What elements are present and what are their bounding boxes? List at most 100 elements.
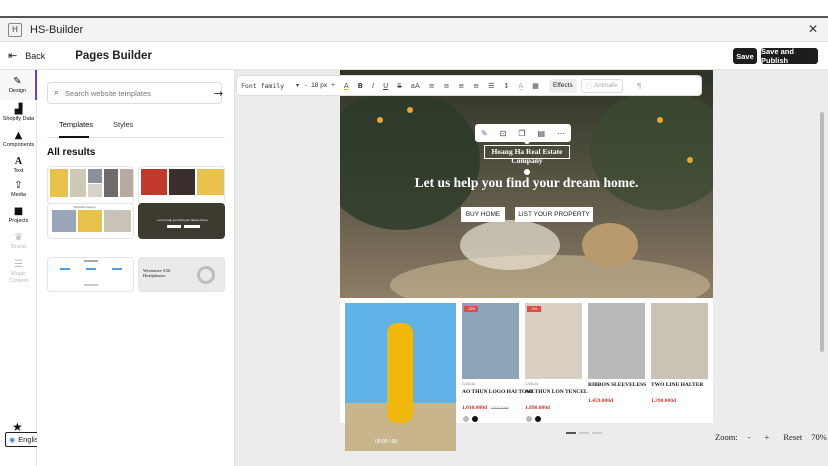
align-left-icon[interactable]: ≡ (429, 82, 435, 90)
screen-top (0, 0, 828, 16)
text-icon: A (14, 155, 23, 167)
duplicate-icon[interactable]: ❐ (518, 129, 525, 138)
templates-panel: ⌕ → Templates Styles All results Brazili… (37, 70, 235, 466)
letter-case-icon[interactable]: aA (411, 82, 420, 90)
back-button[interactable]: ⇤ Back (8, 49, 45, 62)
effects-button[interactable]: Effects (548, 78, 577, 93)
font-family-select[interactable]: Font family ▾ (241, 79, 299, 93)
folder-icon: ■ (13, 205, 24, 217)
carousel-dot[interactable] (592, 432, 602, 434)
lock-icon[interactable]: ⊡ (500, 129, 507, 138)
carousel-dot-active[interactable] (566, 432, 576, 434)
product-name[interactable]: AO THUN LOGO HAI TONE (462, 389, 534, 395)
rail-label: Projects (8, 217, 29, 224)
template-thumb (120, 169, 133, 197)
template-thumb (112, 268, 122, 270)
template-card[interactable] (138, 166, 225, 204)
product-section: 00:00 / 00 -15% CASUAL AO THUN LOGO HAI … (340, 298, 713, 451)
zoom-in-button[interactable]: + (765, 432, 770, 442)
rail-label: Brand (11, 243, 26, 250)
color-swatch[interactable] (472, 416, 478, 422)
paint-roller-icon[interactable]: ¶ (637, 82, 641, 90)
rail-label: Shopify Data (2, 115, 35, 122)
template-card[interactable]: Let us help you find your dream home. (138, 203, 225, 239)
hero-subtitle[interactable]: Hoang Ha Real Estate Company (484, 147, 570, 165)
product-category: CASUAL (462, 382, 477, 386)
list-property-button[interactable]: LIST YOUR PROPERTY (515, 207, 593, 222)
video-block[interactable]: 00:00 / 00 (345, 303, 456, 451)
shapes-icon: ▲ (14, 129, 23, 141)
increase-size-button[interactable]: + (331, 82, 335, 89)
product-image[interactable] (462, 303, 519, 379)
line-spacing-icon[interactable]: ↕ (504, 82, 510, 90)
sale-badge: -0% (527, 306, 541, 312)
hero-title[interactable]: Let us help you find your dream home. (360, 175, 693, 191)
results-heading: All results (47, 147, 96, 158)
font-size-value: 18 px (311, 82, 328, 89)
magic-edit-icon[interactable]: ✎ (481, 129, 488, 138)
animate-label: Animate (593, 82, 618, 89)
rail-item-brand[interactable]: ♛ Brand (0, 226, 37, 256)
close-window-icon[interactable]: ✕ (808, 22, 818, 36)
template-search[interactable]: ⌕ (47, 82, 222, 104)
bold-icon[interactable]: B (358, 82, 363, 90)
rail-item-design[interactable]: ✎ Design (0, 70, 37, 100)
underline-icon[interactable]: U (383, 82, 388, 90)
window-title: HS-Builder (30, 23, 84, 36)
save-button[interactable]: Save (733, 48, 757, 64)
align-justify-icon[interactable]: ≡ (473, 82, 479, 90)
product-price: 1.010.000đ (462, 405, 488, 411)
color-swatch[interactable] (535, 416, 541, 422)
delete-icon[interactable]: ▤ (537, 129, 545, 138)
product-name[interactable]: AO THUN LON TENCEL (525, 389, 588, 395)
template-thumb (60, 268, 70, 270)
save-and-publish-button[interactable]: Save and Publish (761, 47, 818, 65)
template-card[interactable] (47, 166, 134, 204)
rail-item-magic-content[interactable]: ☰ Magic Content (0, 254, 37, 290)
template-thumb (88, 169, 102, 183)
search-input[interactable] (65, 88, 206, 98)
submit-arrow-icon[interactable]: → (214, 87, 223, 100)
canvas-scrollbar[interactable] (820, 112, 824, 352)
template-thumb (52, 210, 76, 232)
product-price: 1.390.000đ (651, 398, 677, 404)
product-image[interactable] (588, 303, 645, 379)
more-options-icon[interactable]: ⋯ (557, 129, 565, 138)
menu-icon: ☰ (14, 259, 23, 270)
tab-templates[interactable]: Templates (59, 120, 93, 138)
title-bar: H HS-Builder ✕ (0, 16, 828, 42)
animate-button[interactable]: ◌ Animate (580, 78, 623, 93)
color-swatch[interactable] (526, 416, 532, 422)
zoom-reset-button[interactable]: Reset (783, 432, 802, 442)
product-name[interactable]: TWO LINE HALTER (651, 382, 703, 388)
search-icon: ⌕ (54, 88, 60, 98)
product-image[interactable] (525, 303, 582, 379)
buy-home-button[interactable]: BUY HOME (461, 207, 505, 222)
template-thumb (88, 184, 102, 197)
shopify-bag-icon: ▟ (14, 103, 23, 115)
decrease-size-button[interactable]: - (305, 82, 307, 89)
text-spacing-icon[interactable]: A̲ (518, 82, 523, 90)
zoom-out-button[interactable]: - (748, 432, 751, 442)
template-thumb-text: Brazilian Design (74, 205, 96, 209)
italic-icon[interactable]: I (372, 82, 374, 90)
transparency-icon[interactable]: ▦ (532, 82, 539, 90)
product-old-price: 1.570.000đ (491, 406, 509, 410)
list-icon[interactable]: ☰ (488, 82, 494, 90)
strikethrough-icon[interactable]: S (397, 82, 401, 90)
align-center-icon[interactable]: ≡ (444, 82, 450, 90)
text-color-icon[interactable]: A (344, 82, 349, 90)
template-thumb (84, 260, 98, 262)
product-name[interactable]: RIBBON SLEEVELESS (588, 382, 646, 388)
template-card[interactable]: Westonize A56 Headphones (138, 257, 225, 292)
template-card[interactable]: Brazilian Design (47, 203, 134, 239)
carousel-dot[interactable] (579, 432, 589, 434)
rotate-handle[interactable] (524, 138, 530, 144)
font-size-stepper[interactable]: - 18 px + (305, 82, 335, 89)
product-image[interactable] (651, 303, 708, 379)
color-swatch[interactable] (463, 416, 469, 422)
tab-styles[interactable]: Styles (113, 120, 133, 138)
align-right-icon[interactable]: ≡ (459, 82, 465, 90)
template-card[interactable] (47, 257, 134, 292)
template-thumb (86, 268, 96, 270)
